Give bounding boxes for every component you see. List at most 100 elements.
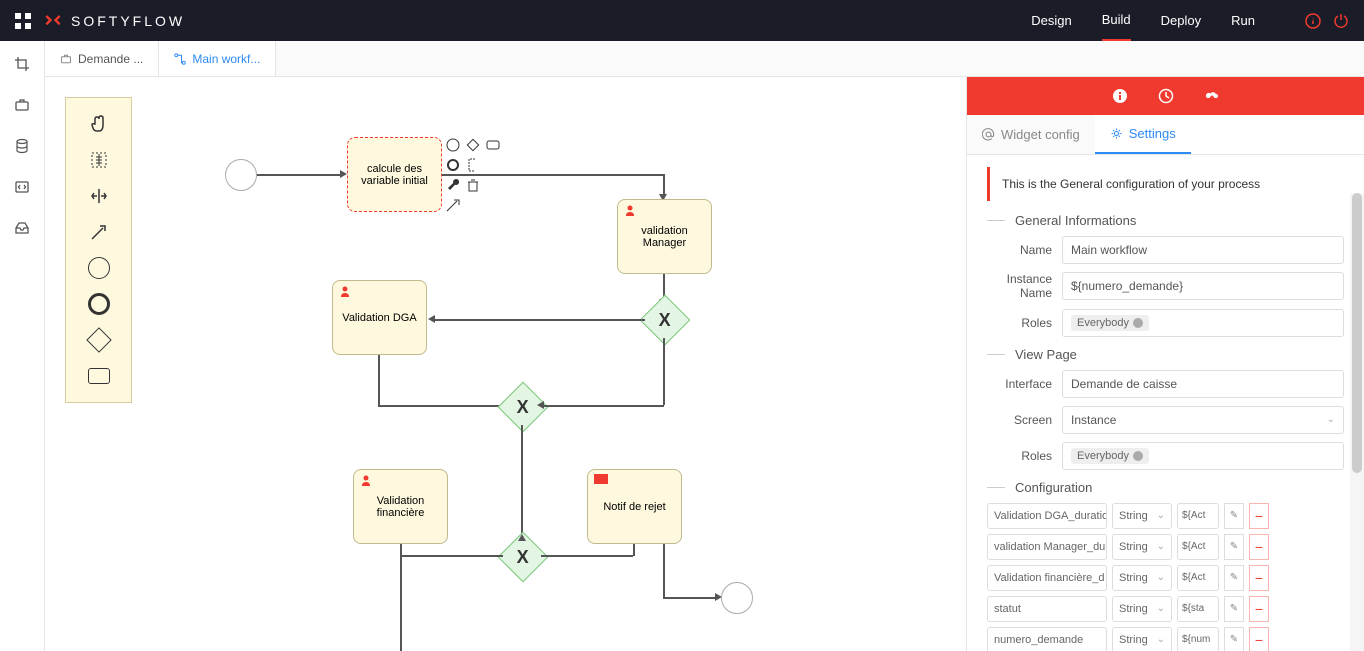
config-value-input[interactable]: ${Act [1177, 565, 1219, 591]
power-icon[interactable] [1333, 13, 1349, 29]
palette-end-event[interactable] [85, 290, 113, 318]
connector[interactable] [663, 338, 665, 405]
config-name-input[interactable]: validation Manager_dur [987, 534, 1107, 560]
input-roles[interactable]: Everybody [1062, 309, 1344, 337]
node-start-event[interactable] [225, 159, 257, 191]
briefcase-icon[interactable] [14, 97, 30, 113]
config-edit-button[interactable]: ✎ [1224, 596, 1244, 622]
config-value-input[interactable]: ${num [1177, 627, 1219, 651]
bpmn-canvas[interactable]: calcule des variable initial validation … [45, 77, 966, 651]
palette-lasso-tool[interactable] [85, 146, 113, 174]
connector[interactable] [378, 355, 380, 405]
tag-remove-icon[interactable] [1133, 451, 1143, 461]
config-type-select[interactable]: String⌄ [1112, 565, 1172, 591]
select-screen[interactable]: Instance ⌄ [1062, 406, 1344, 434]
pad-trash-icon[interactable] [465, 177, 481, 193]
connector[interactable] [663, 544, 665, 597]
config-value-input[interactable]: ${Act [1177, 534, 1219, 560]
pad-start-event-icon[interactable] [445, 137, 461, 153]
input-interface[interactable] [1062, 370, 1344, 398]
nav-design[interactable]: Design [1031, 1, 1071, 40]
config-name-input[interactable]: statut [987, 596, 1107, 622]
info-icon[interactable] [1305, 13, 1321, 29]
connector[interactable] [378, 405, 506, 407]
connector[interactable] [663, 174, 665, 196]
tab-demande-label: Demande ... [78, 52, 143, 66]
nav-build[interactable]: Build [1102, 0, 1131, 41]
connector[interactable] [435, 319, 645, 321]
panel-header [967, 77, 1364, 115]
connector[interactable] [663, 597, 718, 599]
node-task-validation-dga[interactable]: Validation DGA [332, 280, 427, 355]
palette-gateway[interactable] [85, 326, 113, 354]
config-edit-button[interactable]: ✎ [1224, 627, 1244, 651]
input-name[interactable] [1062, 236, 1344, 264]
config-name-input[interactable]: Validation financière_d [987, 565, 1107, 591]
config-delete-button[interactable]: − [1249, 596, 1269, 622]
config-type-select[interactable]: String⌄ [1112, 503, 1172, 529]
info-icon[interactable] [1112, 88, 1128, 104]
inbox-icon[interactable] [14, 220, 30, 236]
config-delete-button[interactable]: − [1249, 534, 1269, 560]
config-delete-button[interactable]: − [1249, 503, 1269, 529]
pad-connect-icon[interactable] [445, 197, 461, 213]
crop-icon[interactable] [14, 56, 30, 72]
apps-grid-icon[interactable] [15, 13, 31, 29]
connector[interactable] [521, 425, 523, 543]
nav-deploy[interactable]: Deploy [1161, 1, 1201, 40]
database-icon[interactable] [14, 138, 30, 154]
palette-task[interactable] [85, 362, 113, 390]
role-tag[interactable]: Everybody [1071, 315, 1149, 331]
node-task-notif-rejet[interactable]: Notif de rejet [587, 469, 682, 544]
node-task-validation-manager[interactable]: validation Manager [617, 199, 712, 274]
connector[interactable] [633, 544, 635, 556]
logo-mark-icon [43, 11, 63, 31]
code-brackets-icon[interactable] [14, 179, 30, 195]
node-task-validation-financiere[interactable]: Validation financière [353, 469, 448, 544]
pad-task-icon[interactable] [485, 137, 501, 153]
pad-end-event-icon[interactable] [445, 157, 461, 173]
config-type-select[interactable]: String⌄ [1112, 627, 1172, 651]
tag-remove-icon[interactable] [1133, 318, 1143, 328]
node-gateway-1[interactable]: X [640, 295, 691, 346]
palette-hand-tool[interactable] [85, 110, 113, 138]
pad-annotation-icon[interactable] [465, 157, 481, 173]
panel-tab-settings[interactable]: Settings [1095, 115, 1191, 154]
config-edit-button[interactable]: ✎ [1224, 503, 1244, 529]
connector[interactable] [400, 544, 402, 651]
panel-tab-widget[interactable]: Widget config [967, 115, 1095, 154]
config-delete-button[interactable]: − [1249, 565, 1269, 591]
role-tag[interactable]: Everybody [1071, 448, 1149, 464]
config-type-select[interactable]: String⌄ [1112, 534, 1172, 560]
palette-connect-tool[interactable] [85, 218, 113, 246]
pad-wrench-icon[interactable] [445, 177, 461, 193]
config-edit-button[interactable]: ✎ [1224, 565, 1244, 591]
connector[interactable] [257, 174, 342, 176]
nav-run[interactable]: Run [1231, 1, 1255, 40]
config-name-input[interactable]: Validation DGA_duratio [987, 503, 1107, 529]
palette-space-tool[interactable] [85, 182, 113, 210]
palette-start-event[interactable] [85, 254, 113, 282]
config-delete-button[interactable]: − [1249, 627, 1269, 651]
tab-demande[interactable]: Demande ... [45, 41, 159, 76]
pad-gateway-icon[interactable] [465, 137, 481, 153]
input-instance[interactable] [1062, 272, 1344, 300]
config-value-input[interactable]: ${sta [1177, 596, 1219, 622]
connector[interactable] [442, 174, 664, 176]
scrollbar[interactable] [1350, 193, 1364, 651]
input-roles-2[interactable]: Everybody [1062, 442, 1344, 470]
connector[interactable] [541, 555, 633, 557]
tab-main-workflow[interactable]: Main workf... [159, 41, 276, 76]
connector[interactable] [400, 555, 503, 557]
node-task-calcule[interactable]: calcule des variable initial [347, 137, 442, 212]
config-name-input[interactable]: numero_demande [987, 627, 1107, 651]
node-end-event[interactable] [721, 582, 753, 614]
config-value-input[interactable]: ${Act [1177, 503, 1219, 529]
cloud-upload-icon[interactable] [1204, 88, 1220, 104]
config-type-select[interactable]: String⌄ [1112, 596, 1172, 622]
history-icon[interactable] [1158, 88, 1174, 104]
config-edit-button[interactable]: ✎ [1224, 534, 1244, 560]
scrollbar-thumb[interactable] [1352, 193, 1362, 473]
connector[interactable] [541, 405, 664, 407]
logo[interactable]: SOFTYFLOW [43, 11, 185, 31]
